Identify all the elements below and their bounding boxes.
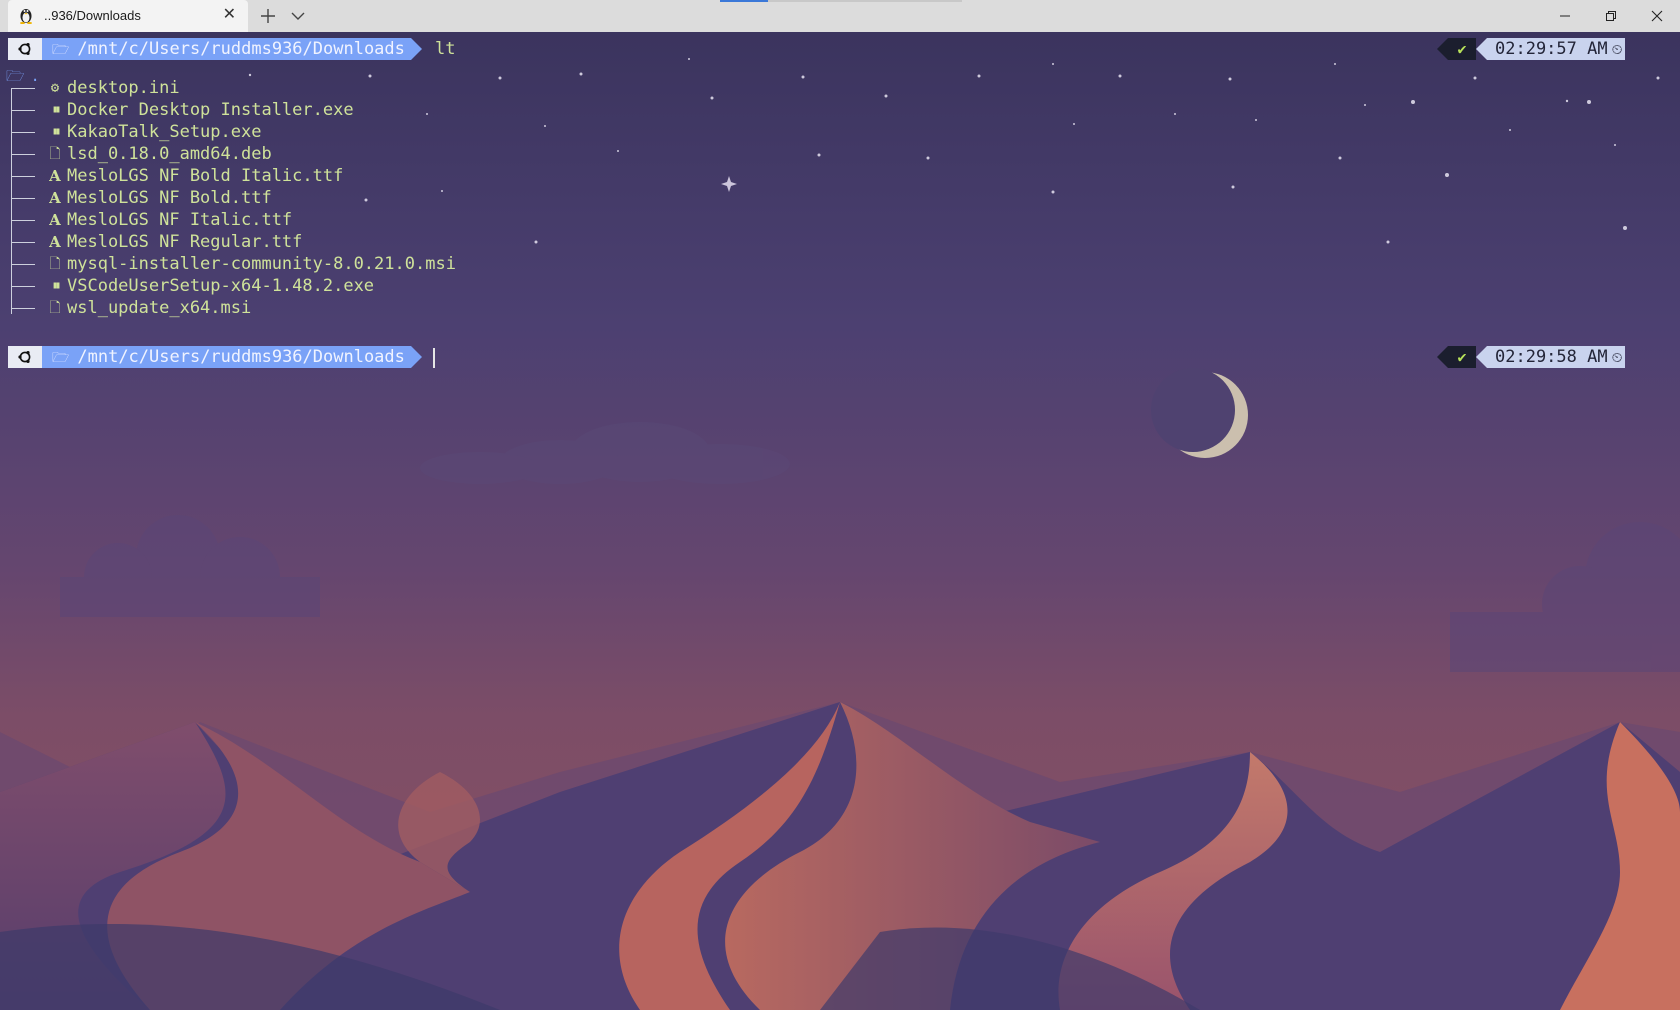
- minimize-icon: [1560, 15, 1570, 17]
- tree-branch-line: [11, 286, 35, 287]
- font-icon: A: [49, 189, 61, 207]
- terminal-pane[interactable]: 🗁 /mnt/c/Users/ruddms936/Downloads lt ✔ 0…: [0, 32, 1680, 1010]
- file-name: wsl_update_x64.msi: [67, 298, 252, 318]
- tree-root-label: .: [30, 67, 40, 85]
- file-name: MesloLGS NF Bold Italic.ttf: [67, 166, 344, 186]
- tree-trunk-line: [11, 88, 12, 314]
- restore-icon: [1606, 11, 1616, 21]
- file-name: desktop.ini: [67, 78, 180, 98]
- plus-icon[interactable]: [256, 4, 280, 28]
- cwd-path: /mnt/c/Users/ruddms936/Downloads: [77, 347, 405, 367]
- file-name: VSCodeUserSetup-x64-1.48.2.exe: [67, 276, 375, 296]
- path-segment: 🗁 /mnt/c/Users/ruddms936/Downloads: [42, 38, 411, 60]
- folder-open-icon: 🗁: [52, 42, 70, 58]
- powerline-separator: [1476, 38, 1487, 60]
- title-bar: ..936/Downloads ✕: [0, 0, 1680, 32]
- timestamp: 02:29:58 AM: [1495, 347, 1608, 367]
- path-segment: 🗁 /mnt/c/Users/ruddms936/Downloads: [42, 346, 411, 368]
- tree-branch-line: [11, 88, 35, 89]
- file-icon: 🗋: [49, 300, 61, 316]
- tree-branch-line: [11, 264, 35, 265]
- tab-close-icon[interactable]: ✕: [223, 7, 236, 23]
- windows-icon: ▮▮: [51, 280, 61, 291]
- cwd-path: /mnt/c/Users/ruddms936/Downloads: [77, 39, 405, 59]
- tree-branch-line: [11, 110, 35, 111]
- tree-branch-line: [11, 176, 35, 177]
- os-segment: [8, 346, 42, 368]
- tab-title: ..936/Downloads: [44, 8, 141, 23]
- right-prompt-2: ✔ 02:29:58 AM ⏲: [1437, 346, 1637, 368]
- os-segment: [8, 38, 42, 60]
- prompt-line-1: 🗁 /mnt/c/Users/ruddms936/Downloads lt: [8, 38, 908, 60]
- font-icon: A: [49, 167, 61, 185]
- tree-branch-line: [11, 154, 35, 155]
- ubuntu-icon: [18, 351, 31, 363]
- linux-tux-icon: [20, 9, 32, 24]
- file-name: MesloLGS NF Italic.ttf: [67, 210, 293, 230]
- font-icon: A: [49, 233, 61, 251]
- folder-open-icon: 🗁: [52, 350, 70, 366]
- file-name: Docker Desktop Installer.exe: [67, 100, 354, 120]
- ubuntu-icon: [18, 43, 31, 55]
- tree-branch-line: [11, 132, 35, 133]
- timestamp: 02:29:57 AM: [1495, 39, 1608, 59]
- file-name: KakaoTalk_Setup.exe: [67, 122, 262, 142]
- tab-terminal[interactable]: ..936/Downloads ✕: [8, 0, 248, 32]
- prompt-line-2: 🗁 /mnt/c/Users/ruddms936/Downloads: [8, 346, 908, 368]
- tree-branch-line: [11, 198, 35, 199]
- tree-branch-line: [11, 308, 35, 309]
- status-ok-icon: ✔: [1448, 346, 1476, 368]
- status-ok-icon: ✔: [1448, 38, 1476, 60]
- clock-icon: ⏲: [1611, 42, 1623, 58]
- powerline-separator: [1437, 346, 1448, 368]
- windows-icon: ▮▮: [51, 104, 61, 115]
- tree-branch-line: [11, 220, 35, 221]
- tree-branch-line: [11, 242, 35, 243]
- file-icon: 🗋: [49, 146, 61, 162]
- file-icon: 🗋: [49, 256, 61, 272]
- gear-icon: ⚙: [50, 80, 60, 96]
- powerline-separator: [411, 346, 422, 368]
- time-segment: 02:29:58 AM ⏲: [1487, 346, 1625, 368]
- clock-icon: ⏲: [1611, 350, 1623, 366]
- folder-open-icon: 🗁: [6, 67, 25, 85]
- chevron-down-icon[interactable]: [288, 6, 308, 26]
- file-name: MesloLGS NF Bold.ttf: [67, 188, 272, 208]
- time-segment: 02:29:57 AM ⏲: [1487, 38, 1625, 60]
- text-cursor: [433, 348, 435, 368]
- windows-icon: ▮▮: [51, 126, 61, 137]
- right-prompt-1: ✔ 02:29:57 AM ⏲: [1437, 38, 1637, 60]
- font-icon: A: [49, 211, 61, 229]
- command-text: lt: [435, 39, 456, 59]
- progress-track: [768, 0, 962, 2]
- powerline-separator: [1476, 346, 1487, 368]
- powerline-separator: [1437, 38, 1448, 60]
- file-name: mysql-installer-community-8.0.21.0.msi: [67, 254, 456, 274]
- powerline-separator: [411, 38, 422, 60]
- file-name: lsd_0.18.0_amd64.deb: [67, 144, 272, 164]
- minimize-button[interactable]: [1542, 0, 1588, 32]
- progress-indicator: [720, 0, 768, 2]
- close-button[interactable]: [1634, 0, 1680, 32]
- file-name: MesloLGS NF Regular.ttf: [67, 232, 303, 252]
- restore-button[interactable]: [1588, 0, 1634, 32]
- close-icon: [1651, 10, 1663, 22]
